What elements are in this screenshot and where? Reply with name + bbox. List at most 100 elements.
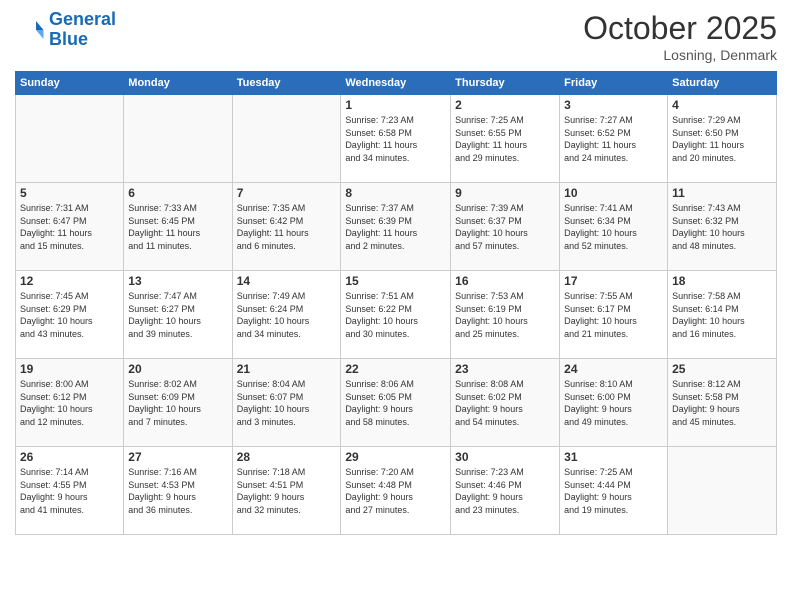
calendar-cell-4-4: 30 Sunrise: 7:23 AM Sunset: 4:46 PM Dayli… — [451, 447, 560, 535]
calendar: SundayMondayTuesdayWednesdayThursdayFrid… — [15, 71, 777, 535]
day-info: Sunrise: 7:41 AM Sunset: 6:34 PM Dayligh… — [564, 202, 663, 252]
day-number: 20 — [128, 362, 227, 376]
logo-line1: General — [49, 9, 116, 29]
calendar-cell-4-3: 29Sunrise: 7:20 AM Sunset: 4:48 PM Dayli… — [341, 447, 451, 535]
day-number: 28 — [237, 450, 337, 464]
calendar-cell-2-1: 13 Sunrise: 7:47 AM Sunset: 6:27 PM Dayli… — [124, 271, 232, 359]
day-number: 14 — [237, 274, 337, 288]
weekday-header-row: SundayMondayTuesdayWednesdayThursdayFrid… — [16, 72, 777, 95]
day-number: 30 — [455, 450, 555, 464]
calendar-cell-1-1: 6 Sunrise: 7:33 AM Sunset: 6:45 PM Daylig… — [124, 183, 232, 271]
calendar-cell-4-1: 27Sunrise: 7:16 AM Sunset: 4:53 PM Dayli… — [124, 447, 232, 535]
day-number: 1 — [345, 98, 446, 112]
logo-text: General Blue — [49, 10, 116, 50]
weekday-header-wednesday: Wednesday — [341, 72, 451, 95]
title-block: October 2025 Losning, Denmark — [583, 10, 777, 63]
day-number: 6 — [128, 186, 227, 200]
day-number: 24 — [564, 362, 663, 376]
logo-icon — [15, 15, 45, 45]
day-info: Sunrise: 7:35 AM Sunset: 6:42 PM Dayligh… — [237, 202, 337, 252]
calendar-cell-3-5: 24Sunrise: 8:10 AM Sunset: 6:00 PM Dayli… — [560, 359, 668, 447]
day-info: Sunrise: 7:39 AM Sunset: 6:37 PM Dayligh… — [455, 202, 555, 252]
calendar-cell-1-0: 5Sunrise: 7:31 AM Sunset: 6:47 PM Daylig… — [16, 183, 124, 271]
weekday-header-monday: Monday — [124, 72, 232, 95]
day-info: Sunrise: 7:14 AM Sunset: 4:55 PM Dayligh… — [20, 466, 119, 516]
day-info: Sunrise: 8:00 AM Sunset: 6:12 PM Dayligh… — [20, 378, 119, 428]
day-number: 8 — [345, 186, 446, 200]
day-number: 19 — [20, 362, 119, 376]
day-number: 13 — [128, 274, 227, 288]
day-number: 7 — [237, 186, 337, 200]
day-number: 17 — [564, 274, 663, 288]
calendar-cell-0-5: 3 Sunrise: 7:27 AM Sunset: 6:52 PM Daylig… — [560, 95, 668, 183]
calendar-cell-1-3: 8 Sunrise: 7:37 AM Sunset: 6:39 PM Daylig… — [341, 183, 451, 271]
day-number: 21 — [237, 362, 337, 376]
day-number: 18 — [672, 274, 772, 288]
week-row-4: 26 Sunrise: 7:14 AM Sunset: 4:55 PM Dayli… — [16, 447, 777, 535]
day-info: Sunrise: 7:18 AM Sunset: 4:51 PM Dayligh… — [237, 466, 337, 516]
calendar-cell-2-3: 15Sunrise: 7:51 AM Sunset: 6:22 PM Dayli… — [341, 271, 451, 359]
day-number: 25 — [672, 362, 772, 376]
calendar-cell-2-6: 18 Sunrise: 7:58 AM Sunset: 6:14 PM Dayli… — [668, 271, 777, 359]
day-info: Sunrise: 8:12 AM Sunset: 5:58 PM Dayligh… — [672, 378, 772, 428]
month-title: October 2025 — [583, 10, 777, 47]
calendar-cell-1-2: 7 Sunrise: 7:35 AM Sunset: 6:42 PM Daylig… — [232, 183, 341, 271]
calendar-cell-0-4: 2 Sunrise: 7:25 AM Sunset: 6:55 PM Daylig… — [451, 95, 560, 183]
day-info: Sunrise: 7:55 AM Sunset: 6:17 PM Dayligh… — [564, 290, 663, 340]
day-info: Sunrise: 7:29 AM Sunset: 6:50 PM Dayligh… — [672, 114, 772, 164]
day-number: 22 — [345, 362, 446, 376]
day-number: 16 — [455, 274, 555, 288]
logo-line2: Blue — [49, 30, 116, 50]
weekday-header-thursday: Thursday — [451, 72, 560, 95]
weekday-header-saturday: Saturday — [668, 72, 777, 95]
day-info: Sunrise: 7:43 AM Sunset: 6:32 PM Dayligh… — [672, 202, 772, 252]
calendar-cell-4-6 — [668, 447, 777, 535]
day-info: Sunrise: 7:25 AM Sunset: 6:55 PM Dayligh… — [455, 114, 555, 164]
calendar-cell-2-0: 12 Sunrise: 7:45 AM Sunset: 6:29 PM Dayli… — [16, 271, 124, 359]
calendar-cell-2-5: 17 Sunrise: 7:55 AM Sunset: 6:17 PM Dayli… — [560, 271, 668, 359]
day-number: 2 — [455, 98, 555, 112]
calendar-cell-3-1: 20Sunrise: 8:02 AM Sunset: 6:09 PM Dayli… — [124, 359, 232, 447]
day-info: Sunrise: 7:45 AM Sunset: 6:29 PM Dayligh… — [20, 290, 119, 340]
calendar-cell-2-4: 16 Sunrise: 7:53 AM Sunset: 6:19 PM Dayli… — [451, 271, 560, 359]
calendar-cell-0-3: 1 Sunrise: 7:23 AM Sunset: 6:58 PM Daylig… — [341, 95, 451, 183]
calendar-cell-4-5: 31 Sunrise: 7:25 AM Sunset: 4:44 PM Dayli… — [560, 447, 668, 535]
day-number: 23 — [455, 362, 555, 376]
day-number: 4 — [672, 98, 772, 112]
calendar-cell-1-4: 9 Sunrise: 7:39 AM Sunset: 6:37 PM Daylig… — [451, 183, 560, 271]
day-info: Sunrise: 8:06 AM Sunset: 6:05 PM Dayligh… — [345, 378, 446, 428]
calendar-cell-1-6: 11Sunrise: 7:43 AM Sunset: 6:32 PM Dayli… — [668, 183, 777, 271]
day-number: 29 — [345, 450, 446, 464]
day-number: 12 — [20, 274, 119, 288]
day-info: Sunrise: 7:37 AM Sunset: 6:39 PM Dayligh… — [345, 202, 446, 252]
day-number: 9 — [455, 186, 555, 200]
calendar-cell-3-2: 21 Sunrise: 8:04 AM Sunset: 6:07 PM Dayli… — [232, 359, 341, 447]
day-info: Sunrise: 7:25 AM Sunset: 4:44 PM Dayligh… — [564, 466, 663, 516]
calendar-cell-0-6: 4 Sunrise: 7:29 AM Sunset: 6:50 PM Daylig… — [668, 95, 777, 183]
calendar-cell-3-6: 25 Sunrise: 8:12 AM Sunset: 5:58 PM Dayli… — [668, 359, 777, 447]
weekday-header-tuesday: Tuesday — [232, 72, 341, 95]
day-number: 31 — [564, 450, 663, 464]
location: Losning, Denmark — [583, 47, 777, 63]
calendar-cell-0-2 — [232, 95, 341, 183]
weekday-header-sunday: Sunday — [16, 72, 124, 95]
day-info: Sunrise: 7:58 AM Sunset: 6:14 PM Dayligh… — [672, 290, 772, 340]
calendar-cell-4-0: 26 Sunrise: 7:14 AM Sunset: 4:55 PM Dayli… — [16, 447, 124, 535]
header: General Blue October 2025 Losning, Denma… — [15, 10, 777, 63]
day-info: Sunrise: 7:53 AM Sunset: 6:19 PM Dayligh… — [455, 290, 555, 340]
calendar-cell-0-1 — [124, 95, 232, 183]
day-info: Sunrise: 7:33 AM Sunset: 6:45 PM Dayligh… — [128, 202, 227, 252]
week-row-1: 5Sunrise: 7:31 AM Sunset: 6:47 PM Daylig… — [16, 183, 777, 271]
day-number: 26 — [20, 450, 119, 464]
day-info: Sunrise: 8:04 AM Sunset: 6:07 PM Dayligh… — [237, 378, 337, 428]
day-info: Sunrise: 7:47 AM Sunset: 6:27 PM Dayligh… — [128, 290, 227, 340]
day-number: 5 — [20, 186, 119, 200]
day-number: 3 — [564, 98, 663, 112]
day-info: Sunrise: 7:23 AM Sunset: 6:58 PM Dayligh… — [345, 114, 446, 164]
day-info: Sunrise: 7:23 AM Sunset: 4:46 PM Dayligh… — [455, 466, 555, 516]
day-info: Sunrise: 8:08 AM Sunset: 6:02 PM Dayligh… — [455, 378, 555, 428]
day-info: Sunrise: 7:27 AM Sunset: 6:52 PM Dayligh… — [564, 114, 663, 164]
calendar-cell-3-0: 19 Sunrise: 8:00 AM Sunset: 6:12 PM Dayli… — [16, 359, 124, 447]
day-number: 10 — [564, 186, 663, 200]
day-number: 15 — [345, 274, 446, 288]
